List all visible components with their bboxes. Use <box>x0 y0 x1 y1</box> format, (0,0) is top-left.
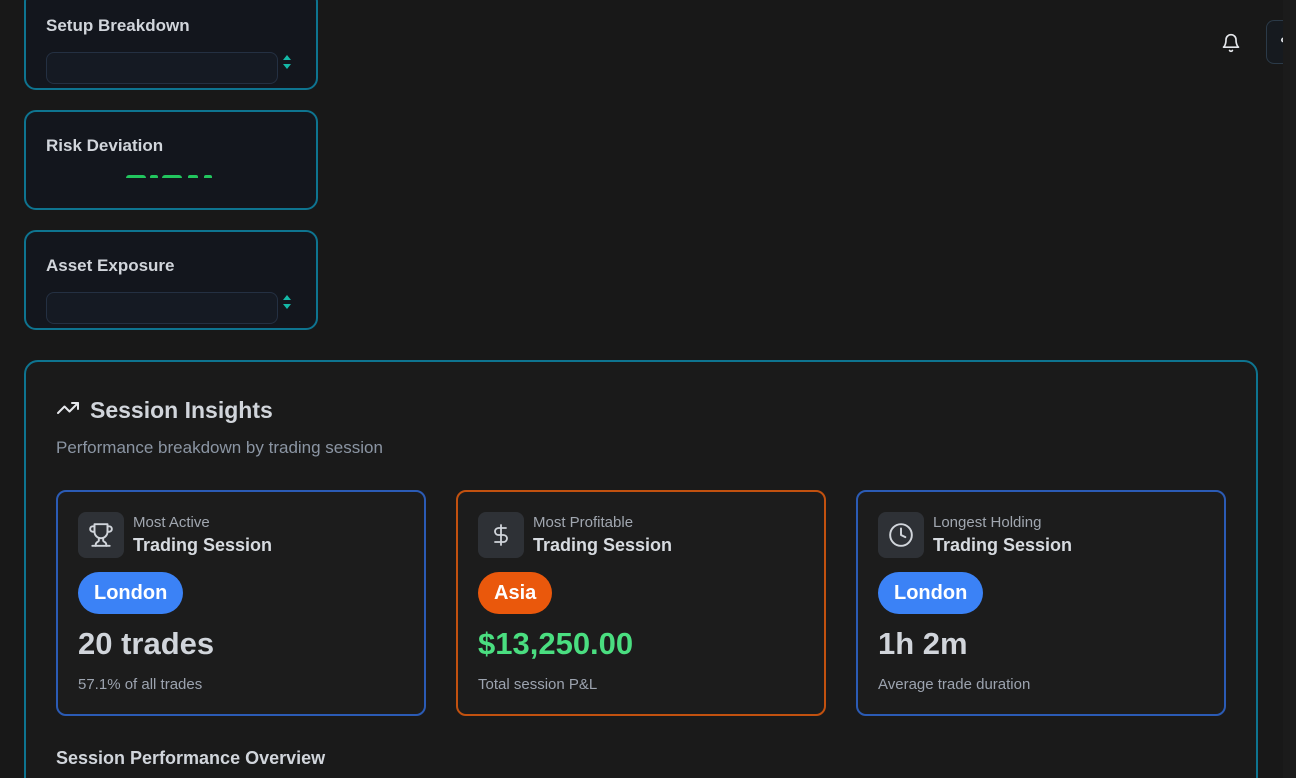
section-subtitle: Performance breakdown by trading session <box>56 438 383 457</box>
most-profitable-session-card: Most Profitable Trading Session Asia $13… <box>456 490 826 716</box>
card-heading: Trading Session <box>533 535 673 555</box>
session-insights-panel: Session Insights Performance breakdown b… <box>24 360 1258 778</box>
setup-breakdown-card: Setup Breakdown <box>24 0 318 90</box>
notifications-button[interactable] <box>1214 28 1248 62</box>
stat-value: 20 trades <box>78 626 215 661</box>
overview-title: Session Performance Overview <box>56 748 326 768</box>
dashboard-page: Setup Breakdown Risk Deviation Asset Exp… <box>0 0 1296 778</box>
trending-up-icon <box>56 396 80 425</box>
stat-caption: 57.1% of all trades <box>78 676 203 693</box>
longest-holding-session-card: Longest Holding Trading Session London 1… <box>856 490 1226 716</box>
card-kicker: Most Active <box>133 514 210 531</box>
section-title: Session Insights <box>90 397 273 423</box>
asset-exposure-card: Asset Exposure <box>24 230 318 330</box>
card-heading: Trading Session <box>133 535 273 555</box>
asset-select[interactable] <box>46 292 278 324</box>
most-active-session-card: Most Active Trading Session London 20 tr… <box>56 490 426 716</box>
stat-caption: Average trade duration <box>878 676 1031 693</box>
card-heading: Trading Session <box>933 535 1073 555</box>
stat-value: 1h 2m <box>878 626 968 661</box>
card-title: Setup Breakdown <box>46 16 190 35</box>
select-spinner-icon[interactable] <box>282 54 292 70</box>
card-title: Risk Deviation <box>46 136 164 155</box>
scrollbar-track[interactable] <box>1283 0 1296 778</box>
stat-caption: Total session P&L <box>478 676 598 693</box>
section-header: Session Insights <box>56 396 273 425</box>
session-badge: Asia <box>478 572 553 614</box>
risk-deviation-card: Risk Deviation <box>24 110 318 210</box>
session-badge: London <box>878 572 984 614</box>
card-kicker: Longest Holding <box>933 514 1042 531</box>
setup-select[interactable] <box>46 52 278 84</box>
bell-icon <box>1221 33 1241 58</box>
session-badge: London <box>78 572 184 614</box>
trophy-icon <box>78 512 124 558</box>
stat-value: $13,250.00 <box>478 626 634 661</box>
risk-deviation-value <box>126 170 222 178</box>
select-spinner-icon[interactable] <box>282 294 292 310</box>
card-title: Asset Exposure <box>46 256 175 275</box>
dollar-icon <box>478 512 524 558</box>
clock-icon <box>878 512 924 558</box>
card-kicker: Most Profitable <box>533 514 634 531</box>
